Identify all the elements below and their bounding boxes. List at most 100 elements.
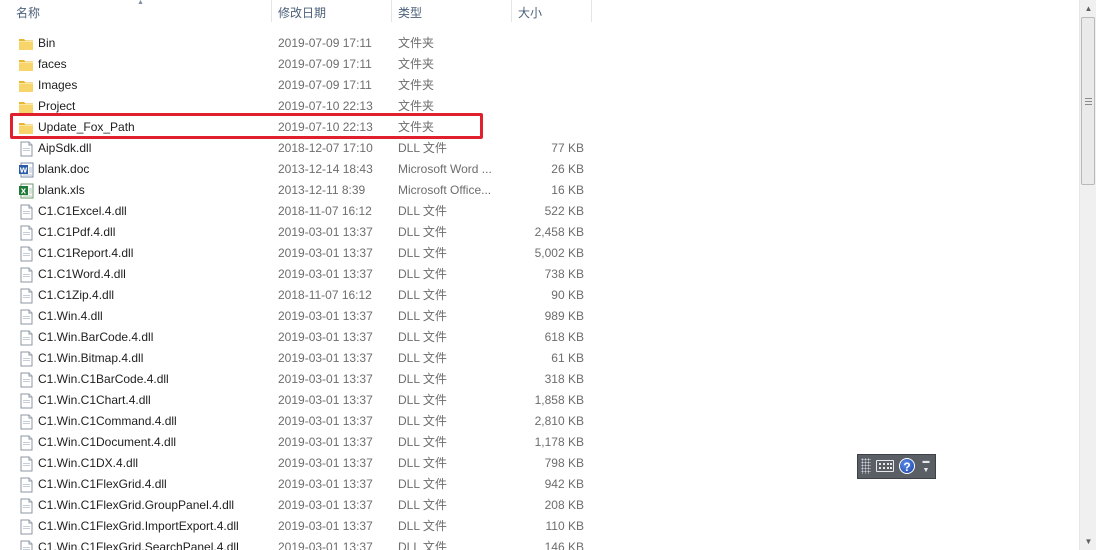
- dll-file-icon: [18, 351, 34, 367]
- file-row[interactable]: C1.C1Word.4.dll 2019-03-01 13:37 DLL 文件 738…: [0, 264, 1080, 285]
- file-row[interactable]: C1.Win.BarCode.4.dll 2019-03-01 13:37 DLL …: [0, 327, 1080, 348]
- file-modified-date: 2019-03-01 13:37: [278, 267, 373, 281]
- file-name: C1.Win.C1Command.4.dll: [38, 414, 177, 428]
- grip-line: [1085, 101, 1092, 102]
- file-row[interactable]: C1.Win.C1Command.4.dll 2019-03-01 13:37 DL…: [0, 411, 1080, 432]
- file-type: DLL 文件: [398, 330, 447, 344]
- file-size: 1,858 KB: [534, 393, 584, 407]
- file-type: Microsoft Office...: [398, 183, 492, 197]
- file-modified-date: 2018-12-07 17:10: [278, 141, 373, 155]
- file-row[interactable]: C1.Win.C1Document.4.dll 2019-03-01 13:37 D…: [0, 432, 1080, 453]
- file-size: 5,002 KB: [534, 246, 584, 260]
- file-modified-date: 2019-07-09 17:11: [278, 57, 372, 71]
- file-row[interactable]: C1.Win.Bitmap.4.dll 2019-03-01 13:37 DLL 文…: [0, 348, 1080, 369]
- scroll-down-icon[interactable]: ▼: [1081, 533, 1096, 550]
- file-row[interactable]: faces 2019-07-09 17:11 文件夹: [0, 54, 1080, 75]
- scroll-up-icon[interactable]: ▲: [1081, 0, 1096, 17]
- file-modified-date: 2013-12-14 18:43: [278, 162, 373, 176]
- dll-file-icon: [18, 330, 34, 346]
- file-type: DLL 文件: [398, 204, 447, 218]
- column-header-type[interactable]: 类型: [392, 0, 510, 26]
- dll-file-icon: [18, 414, 34, 430]
- file-size: 738 KB: [544, 267, 584, 281]
- file-type: DLL 文件: [398, 477, 447, 491]
- file-type: DLL 文件: [398, 351, 447, 365]
- file-row[interactable]: C1.Win.4.dll 2019-03-01 13:37 DLL 文件 989 KB: [0, 306, 1080, 327]
- file-row[interactable]: C1.C1Pdf.4.dll 2019-03-01 13:37 DLL 文件 2,45…: [0, 222, 1080, 243]
- file-row[interactable]: C1.Win.C1FlexGrid.SearchPanel.4.dll 2019-…: [0, 537, 1080, 550]
- file-size: 26 KB: [551, 162, 584, 176]
- file-modified-date: 2019-03-01 13:37: [278, 414, 373, 428]
- dll-file-icon: [18, 267, 34, 283]
- file-row[interactable]: AipSdk.dll 2018-12-07 17:10 DLL 文件 77 KB: [0, 138, 1080, 159]
- file-modified-date: 2019-03-01 13:37: [278, 351, 373, 365]
- file-row[interactable]: Wblank.doc 2013-12-14 18:43 Microsoft Word…: [0, 159, 1080, 180]
- file-size: 522 KB: [544, 204, 584, 218]
- file-modified-date: 2019-03-01 13:37: [278, 456, 373, 470]
- file-size: 2,458 KB: [534, 225, 584, 239]
- folder-icon: [18, 36, 34, 52]
- file-size: 146 KB: [544, 540, 584, 550]
- file-row[interactable]: C1.Win.C1FlexGrid.GroupPanel.4.dll 2019-0…: [0, 495, 1080, 516]
- file-modified-date: 2019-07-09 17:11: [278, 78, 372, 92]
- file-type: DLL 文件: [398, 288, 447, 302]
- column-header-size-label: 大小: [518, 6, 543, 20]
- file-type: DLL 文件: [398, 540, 447, 550]
- file-row[interactable]: Images 2019-07-09 17:11 文件夹: [0, 75, 1080, 96]
- keyboard-icon[interactable]: [876, 460, 894, 472]
- file-size: 110 KB: [545, 519, 584, 533]
- dll-file-icon: [18, 288, 34, 304]
- dll-file-icon: [18, 435, 34, 451]
- dll-file-icon: [18, 393, 34, 409]
- dll-file-icon: [18, 141, 34, 157]
- help-icon[interactable]: ?: [899, 458, 915, 474]
- language-bar[interactable]: ? ▬ ▼: [857, 454, 936, 479]
- file-type: DLL 文件: [398, 372, 447, 386]
- column-header-date[interactable]: 修改日期: [272, 0, 390, 26]
- grip-line: [1085, 98, 1092, 99]
- file-row[interactable]: Bin 2019-07-09 17:11 文件夹: [0, 33, 1080, 54]
- file-row[interactable]: C1.C1Excel.4.dll 2018-11-07 16:12 DLL 文件 52…: [0, 201, 1080, 222]
- file-size: 2,810 KB: [534, 414, 584, 428]
- file-type: 文件夹: [398, 57, 435, 71]
- file-type: DLL 文件: [398, 267, 447, 281]
- options-menu-icon[interactable]: ▬ ▼: [921, 457, 931, 477]
- dll-file-icon: [18, 372, 34, 388]
- file-row[interactable]: C1.Win.C1FlexGrid.ImportExport.4.dll 2019…: [0, 516, 1080, 537]
- column-header-size[interactable]: 大小: [512, 0, 592, 26]
- file-type: 文件夹: [398, 78, 435, 92]
- drag-grip-icon[interactable]: [861, 458, 871, 474]
- file-row[interactable]: C1.Win.C1BarCode.4.dll 2019-03-01 13:37 DL…: [0, 369, 1080, 390]
- file-size: 618 KB: [544, 330, 584, 344]
- file-size: 90 KB: [551, 288, 584, 302]
- file-modified-date: 2019-03-01 13:37: [278, 540, 373, 550]
- file-type: DLL 文件: [398, 498, 447, 512]
- vertical-scrollbar[interactable]: ▲ ▼: [1079, 0, 1096, 550]
- file-name: C1.Win.Bitmap.4.dll: [38, 351, 144, 365]
- file-row[interactable]: Xblank.xls 2013-12-11 8:39 Microsoft Offic…: [0, 180, 1080, 201]
- file-name: C1.C1Pdf.4.dll: [38, 225, 116, 239]
- file-row[interactable]: C1.C1Report.4.dll 2019-03-01 13:37 DLL 文件 5…: [0, 243, 1080, 264]
- dll-file-icon: [18, 456, 34, 472]
- file-size: 77 KB: [551, 141, 584, 155]
- file-modified-date: 2019-03-01 13:37: [278, 309, 373, 323]
- file-name: Bin: [38, 36, 56, 50]
- sort-ascending-icon: ▲: [137, 0, 144, 6]
- file-row[interactable]: C1.C1Zip.4.dll 2018-11-07 16:12 DLL 文件 90 K…: [0, 285, 1080, 306]
- dll-file-icon: [18, 498, 34, 514]
- scrollbar-thumb[interactable]: [1081, 17, 1095, 185]
- file-name: C1.Win.C1FlexGrid.SearchPanel.4.dll: [38, 540, 239, 550]
- folder-icon: [18, 78, 34, 94]
- file-modified-date: 2018-11-07 16:12: [278, 204, 372, 218]
- file-name: faces: [38, 57, 67, 71]
- column-divider[interactable]: [591, 0, 592, 22]
- file-modified-date: 2019-03-01 13:37: [278, 393, 373, 407]
- file-type: DLL 文件: [398, 225, 447, 239]
- file-size: 16 KB: [551, 183, 584, 197]
- file-name: C1.Win.4.dll: [38, 309, 103, 323]
- file-row[interactable]: C1.Win.C1Chart.4.dll 2019-03-01 13:37 DLL …: [0, 390, 1080, 411]
- folder-icon: [18, 57, 34, 73]
- file-name: C1.Win.C1BarCode.4.dll: [38, 372, 169, 386]
- highlight-box: [10, 113, 483, 139]
- file-type: DLL 文件: [398, 393, 447, 407]
